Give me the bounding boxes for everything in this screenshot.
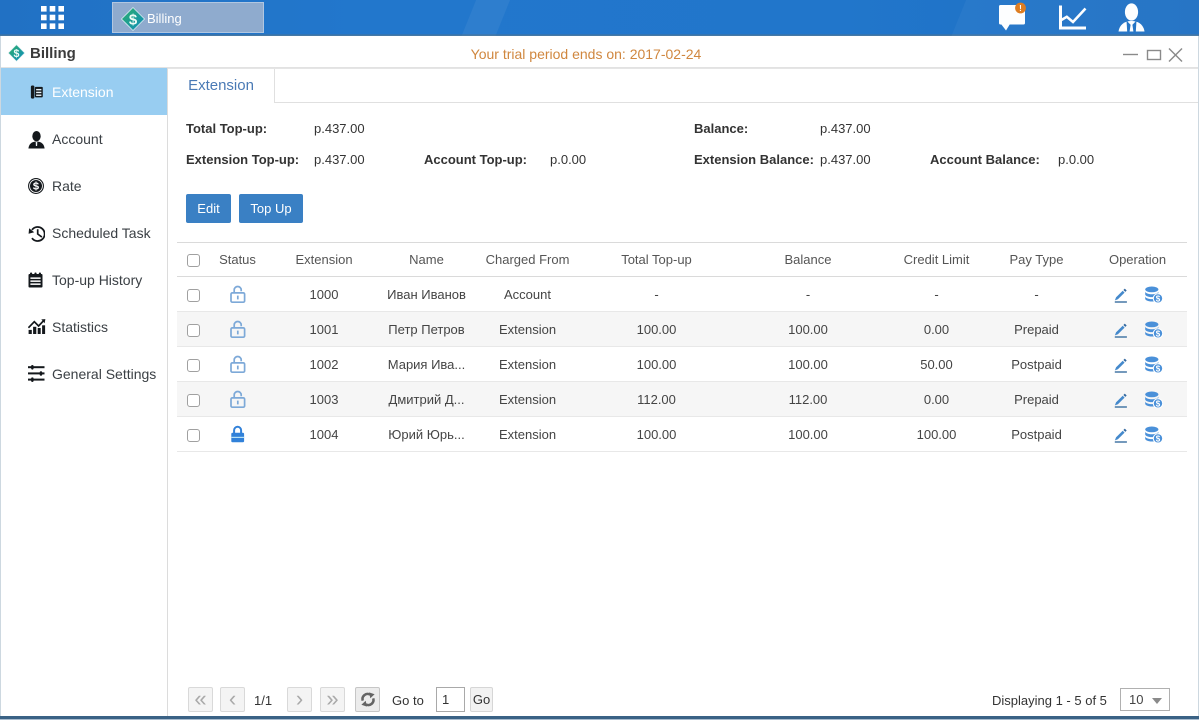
svg-text:$: $ — [129, 12, 138, 29]
svg-text:!: ! — [1019, 4, 1022, 13]
